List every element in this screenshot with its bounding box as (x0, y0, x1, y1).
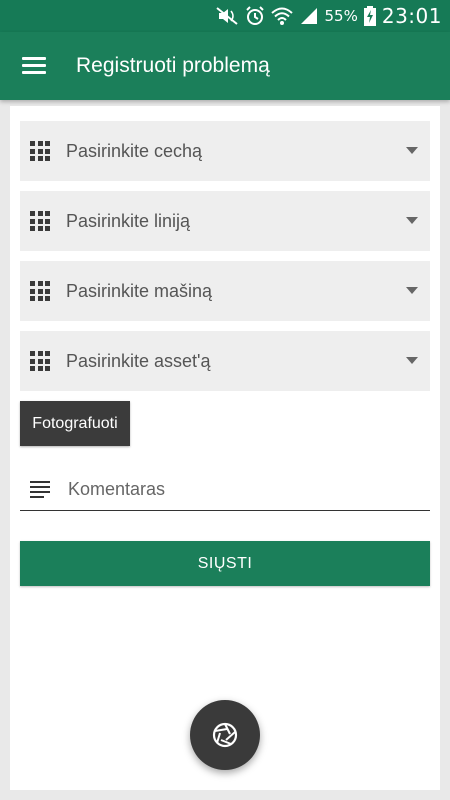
photograph-button[interactable]: Fotografuoti (20, 401, 130, 446)
select-linija-label: Pasirinkite liniją (66, 211, 191, 231)
battery-charging-icon (363, 6, 376, 26)
grid-icon (30, 141, 50, 161)
grid-icon (30, 211, 50, 231)
dropdown-caret-icon (406, 357, 418, 364)
app-bar: Registruoti problemą (0, 32, 450, 100)
select-masina[interactable]: Pasirinkite mašiną (20, 261, 430, 321)
grid-icon (30, 281, 50, 301)
signal-icon (300, 8, 317, 24)
alarm-icon (245, 6, 264, 25)
mute-icon (215, 7, 238, 25)
battery-percent: 55% (324, 7, 358, 25)
camera-fab[interactable] (190, 700, 260, 770)
wifi-icon (270, 7, 293, 25)
select-linija[interactable]: Pasirinkite liniją (20, 191, 430, 251)
comment-field (20, 466, 430, 511)
notes-icon (30, 481, 52, 498)
hamburger-menu-icon[interactable] (20, 54, 48, 78)
send-button[interactable]: SIŲSTI (20, 541, 430, 586)
select-asset[interactable]: Pasirinkite asset'ą (20, 331, 430, 391)
status-bar: 55% 23:01 (0, 0, 450, 32)
status-icons: 55% 23:01 (215, 0, 442, 32)
dropdown-caret-icon (406, 217, 418, 224)
select-asset-label: Pasirinkite asset'ą (66, 351, 211, 371)
form-card: Pasirinkite cechą Pasirinkite liniją Pas… (10, 106, 440, 790)
page-title: Registruoti problemą (76, 54, 270, 77)
grid-icon (30, 351, 50, 371)
select-cech-label: Pasirinkite cechą (66, 141, 203, 161)
select-cech[interactable]: Pasirinkite cechą (20, 121, 430, 181)
camera-shutter-icon (212, 722, 238, 748)
dropdown-caret-icon (406, 287, 418, 294)
dropdown-caret-icon (406, 147, 418, 154)
select-masina-label: Pasirinkite mašiną (66, 281, 213, 301)
comment-input[interactable] (66, 472, 420, 506)
clock: 23:01 (381, 4, 442, 28)
